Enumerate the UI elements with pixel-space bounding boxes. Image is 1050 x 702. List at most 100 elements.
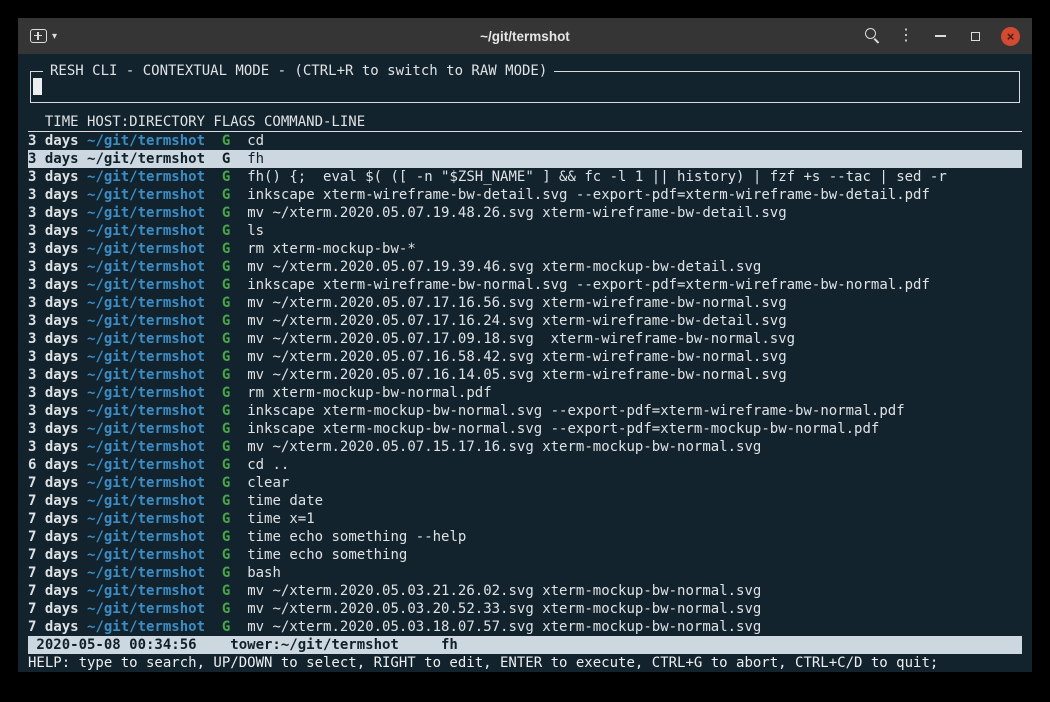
history-row[interactable]: 3 days ~/git/termshot G inkscape xterm-m…: [28, 402, 1022, 420]
new-tab-button[interactable]: ▾: [30, 29, 57, 43]
row-time: 3 days: [28, 403, 79, 419]
row-time: 3 days: [28, 295, 79, 311]
row-directory: ~/git/termshot: [87, 331, 205, 347]
minimize-button[interactable]: [931, 27, 949, 45]
row-time: 3 days: [28, 277, 79, 293]
row-command: mv ~/xterm.2020.05.03.20.52.33.svg xterm…: [247, 601, 761, 617]
row-command: time x=1: [247, 511, 314, 527]
history-row[interactable]: 3 days ~/git/termshot G inkscape xterm-m…: [28, 420, 1022, 438]
row-directory: ~/git/termshot: [87, 619, 205, 635]
history-row[interactable]: 7 days ~/git/termshot G time x=1: [28, 510, 1022, 528]
row-directory: ~/git/termshot: [87, 475, 205, 491]
row-command: ls: [247, 223, 264, 239]
close-button[interactable]: ×: [1001, 27, 1020, 46]
history-row[interactable]: 3 days ~/git/termshot G rm xterm-mockup-…: [28, 384, 1022, 402]
menu-icon[interactable]: ⋮: [898, 28, 914, 44]
row-time: 3 days: [28, 331, 79, 347]
row-directory: ~/git/termshot: [87, 493, 205, 509]
history-row[interactable]: 3 days ~/git/termshot G rm xterm-mockup-…: [28, 240, 1022, 258]
history-row[interactable]: 3 days ~/git/termshot G cd: [28, 132, 1022, 150]
row-command: inkscape xterm-mockup-bw-normal.svg --ex…: [247, 403, 904, 419]
history-row[interactable]: 3 days ~/git/termshot G mv ~/xterm.2020.…: [28, 294, 1022, 312]
row-command: cd: [247, 133, 264, 149]
history-row[interactable]: 7 days ~/git/termshot G time echo someth…: [28, 528, 1022, 546]
terminal-window: ▾ ~/git/termshot ⋮ × RESH CLI - CONTEXTU…: [18, 18, 1032, 672]
row-command: mv ~/xterm.2020.05.07.19.48.26.svg xterm…: [247, 205, 786, 221]
row-time: 7 days: [28, 619, 79, 635]
history-row[interactable]: 3 days ~/git/termshot G inkscape xterm-w…: [28, 186, 1022, 204]
history-row[interactable]: 7 days ~/git/termshot G time echo someth…: [28, 546, 1022, 564]
history-row[interactable]: 6 days ~/git/termshot G cd ..: [28, 456, 1022, 474]
row-command: mv ~/xterm.2020.05.07.16.14.05.svg xterm…: [247, 367, 786, 383]
row-directory: ~/git/termshot: [87, 529, 205, 545]
history-row[interactable]: 3 days ~/git/termshot G mv ~/xterm.2020.…: [28, 204, 1022, 222]
search-icon[interactable]: [865, 28, 881, 44]
history-row[interactable]: 3 days ~/git/termshot G mv ~/xterm.2020.…: [28, 366, 1022, 384]
row-directory: ~/git/termshot: [87, 313, 205, 329]
row-directory: ~/git/termshot: [87, 439, 205, 455]
history-row[interactable]: 7 days ~/git/termshot G mv ~/xterm.2020.…: [28, 618, 1022, 636]
history-row[interactable]: 7 days ~/git/termshot G time date: [28, 492, 1022, 510]
row-directory: ~/git/termshot: [87, 457, 205, 473]
row-time: 7 days: [28, 511, 79, 527]
row-time: 7 days: [28, 475, 79, 491]
row-time: 7 days: [28, 529, 79, 545]
row-time: 7 days: [28, 583, 79, 599]
history-row[interactable]: 3 days ~/git/termshot G mv ~/xterm.2020.…: [28, 330, 1022, 348]
row-command: time echo something --help: [247, 529, 466, 545]
text-cursor: [33, 78, 42, 95]
row-directory: ~/git/termshot: [87, 241, 205, 257]
history-row[interactable]: 3 days ~/git/termshot G mv ~/xterm.2020.…: [28, 312, 1022, 330]
row-command: bash: [247, 565, 281, 581]
row-directory: ~/git/termshot: [87, 565, 205, 581]
search-input[interactable]: RESH CLI - CONTEXTUAL MODE - (CTRL+R to …: [30, 71, 1020, 103]
row-time: 3 days: [28, 259, 79, 275]
row-command: mv ~/xterm.2020.05.07.17.09.18.svg xterm…: [247, 331, 795, 347]
row-directory: ~/git/termshot: [87, 295, 205, 311]
row-time: 7 days: [28, 565, 79, 581]
history-row[interactable]: 7 days ~/git/termshot G bash: [28, 564, 1022, 582]
restore-button[interactable]: [966, 27, 984, 45]
row-directory: ~/git/termshot: [87, 601, 205, 617]
row-time: 3 days: [28, 169, 79, 185]
row-time: 3 days: [28, 313, 79, 329]
row-directory: ~/git/termshot: [87, 547, 205, 563]
history-row[interactable]: 3 days ~/git/termshot G inkscape xterm-w…: [28, 276, 1022, 294]
row-directory: ~/git/termshot: [87, 385, 205, 401]
row-time: 3 days: [28, 205, 79, 221]
history-row[interactable]: 3 days ~/git/termshot G fh: [28, 150, 1022, 168]
history-row[interactable]: 7 days ~/git/termshot G clear: [28, 474, 1022, 492]
row-directory: ~/git/termshot: [87, 133, 205, 149]
titlebar-left: ▾: [30, 29, 260, 43]
row-directory: ~/git/termshot: [87, 403, 205, 419]
history-row[interactable]: 3 days ~/git/termshot G mv ~/xterm.2020.…: [28, 258, 1022, 276]
history-row[interactable]: 7 days ~/git/termshot G mv ~/xterm.2020.…: [28, 582, 1022, 600]
history-row[interactable]: 3 days ~/git/termshot G mv ~/xterm.2020.…: [28, 438, 1022, 456]
row-command: inkscape xterm-wireframe-bw-detail.svg -…: [247, 187, 930, 203]
row-directory: ~/git/termshot: [87, 511, 205, 527]
chevron-down-icon[interactable]: ▾: [52, 31, 57, 42]
row-directory: ~/git/termshot: [87, 367, 205, 383]
history-row[interactable]: 7 days ~/git/termshot G mv ~/xterm.2020.…: [28, 600, 1022, 618]
row-directory: ~/git/termshot: [87, 583, 205, 599]
row-time: 3 days: [28, 367, 79, 383]
minimize-icon: [935, 35, 946, 37]
terminal-content: RESH CLI - CONTEXTUAL MODE - (CTRL+R to …: [18, 54, 1032, 672]
history-row[interactable]: 3 days ~/git/termshot G mv ~/xterm.2020.…: [28, 348, 1022, 366]
history-row[interactable]: 3 days ~/git/termshot G ls: [28, 222, 1022, 240]
row-time: 6 days: [28, 457, 79, 473]
screen: ▾ ~/git/termshot ⋮ × RESH CLI - CONTEXTU…: [0, 0, 1050, 702]
row-directory: ~/git/termshot: [87, 151, 205, 167]
history-list: 3 days ~/git/termshot G cd3 days ~/git/t…: [28, 132, 1022, 636]
close-icon: ×: [1007, 30, 1015, 43]
row-command: fh() {; eval $( ([ -n "$ZSH_NAME" ] && f…: [247, 169, 947, 185]
table-header: TIME HOST:DIRECTORY FLAGS COMMAND-LINE: [28, 113, 1022, 132]
row-time: 3 days: [28, 133, 79, 149]
row-time: 3 days: [28, 349, 79, 365]
row-command: time date: [247, 493, 323, 509]
row-time: 3 days: [28, 223, 79, 239]
help-line: HELP: type to search, UP/DOWN to select,…: [28, 654, 1022, 672]
row-command: mv ~/xterm.2020.05.07.19.39.46.svg xterm…: [247, 259, 761, 275]
history-row[interactable]: 3 days ~/git/termshot G fh() {; eval $( …: [28, 168, 1022, 186]
row-time: 3 days: [28, 151, 79, 167]
